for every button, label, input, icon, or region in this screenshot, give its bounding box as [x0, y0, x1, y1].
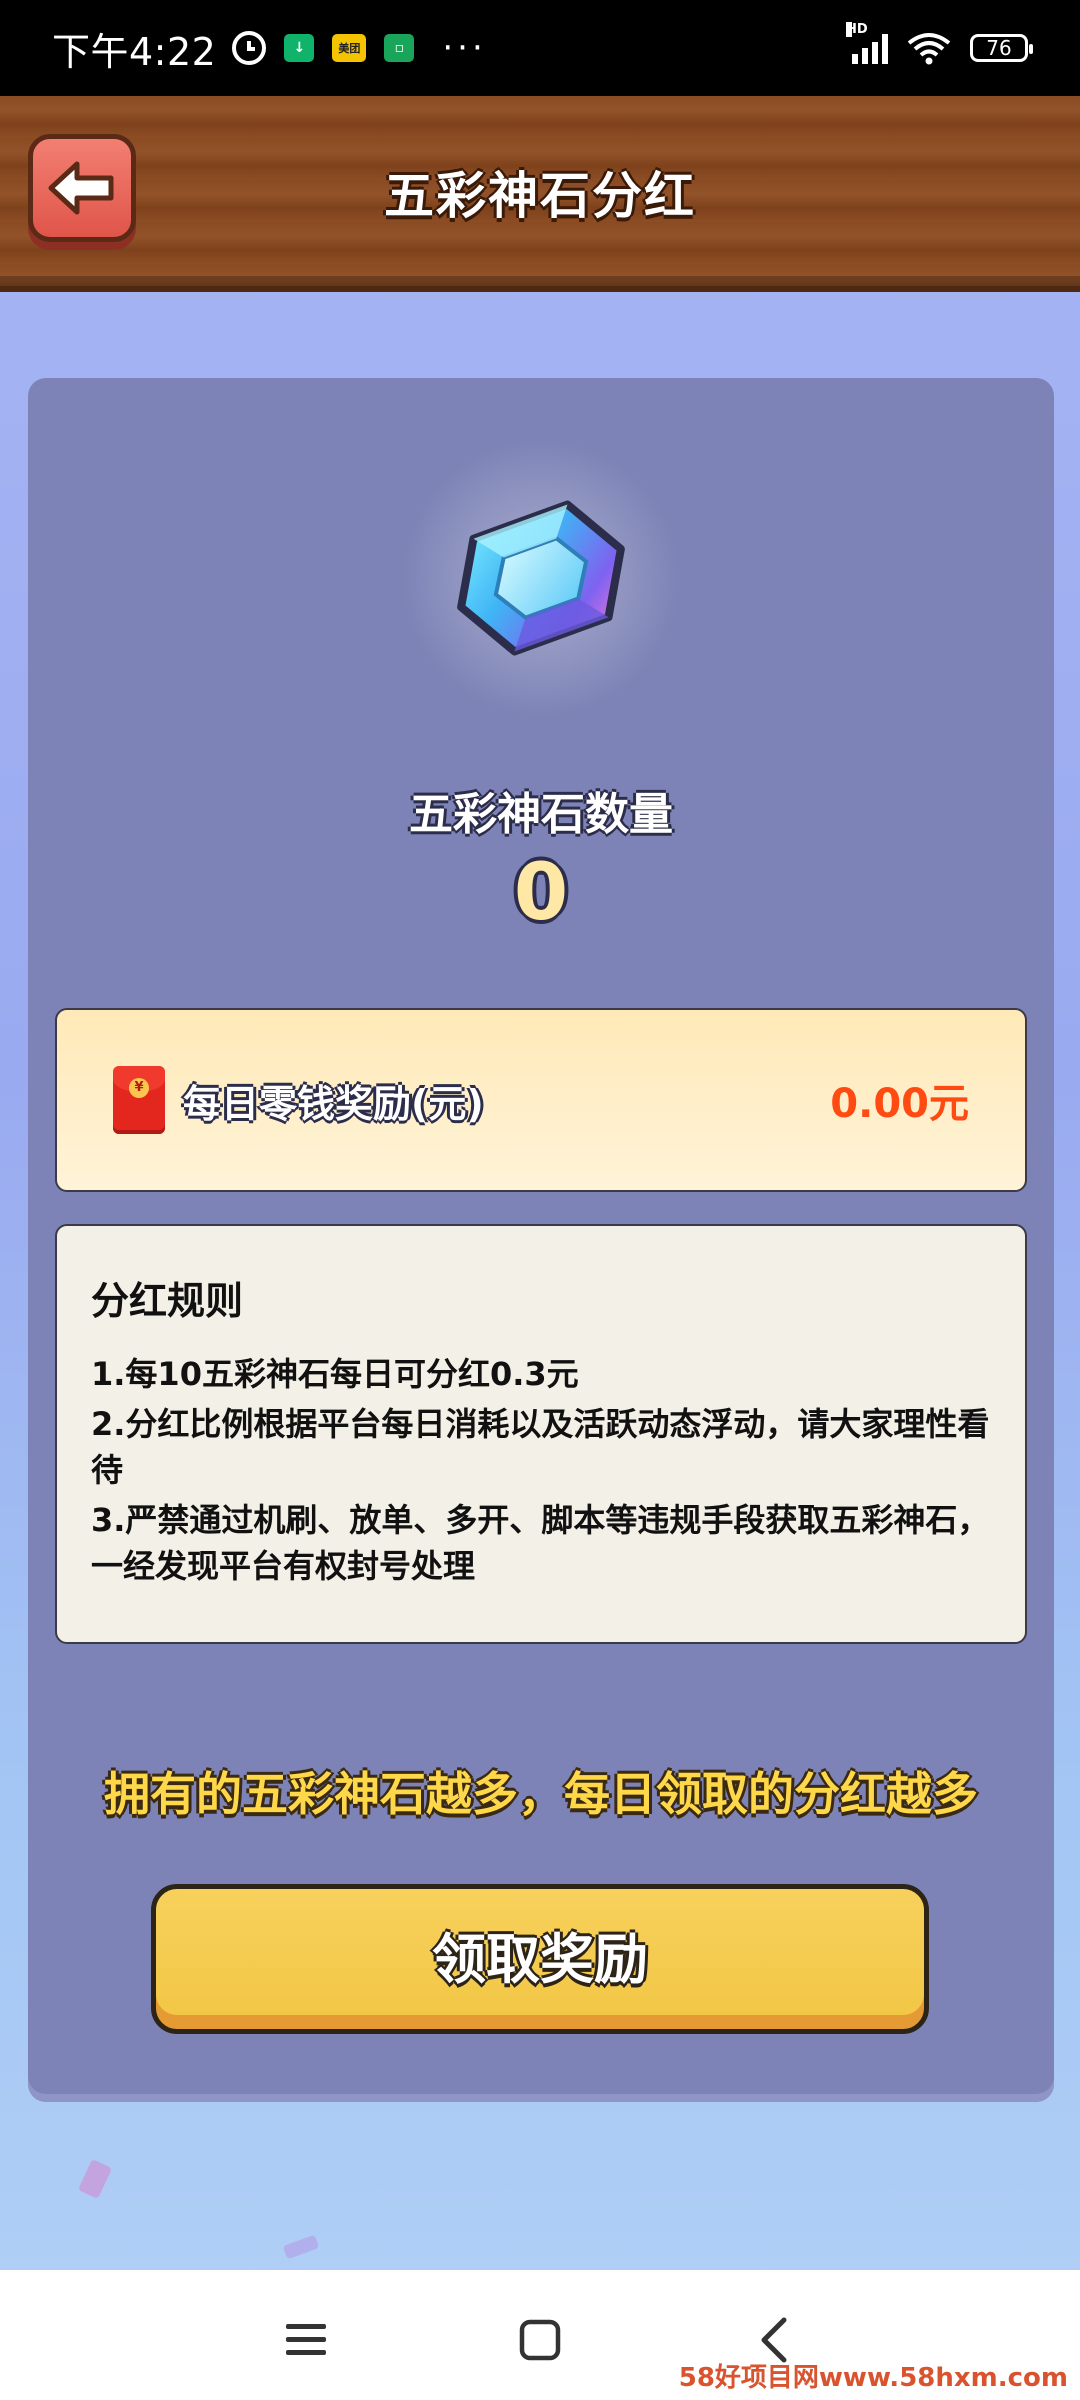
battery-level: 76 [986, 36, 1012, 60]
decoration [77, 2158, 113, 2200]
red-packet-icon [113, 1066, 165, 1134]
home-square-icon [519, 2319, 561, 2361]
status-time: 下午4:22 [52, 29, 217, 74]
gem-count-label: 五彩神石数量 [409, 789, 673, 840]
rule-item: 1.每10五彩神石每日可分红0.3元 [91, 1355, 579, 1393]
page-title: 五彩神石分红 [384, 167, 696, 225]
daily-reward-value: 0.00元 [830, 1081, 969, 1127]
top-header: 五彩神石分红 [0, 96, 1080, 292]
gem-count-value: 0 [513, 848, 569, 938]
download-app-icon: ↓ [284, 34, 315, 62]
meituan-app-icon: 美团 [332, 34, 367, 62]
claim-reward-label: 领取奖励 [432, 1927, 648, 1991]
main-panel: 五彩神石数量 0 每日零钱奖励(元) 0.00元 分红规则 1.每10五彩神石每… [28, 378, 1054, 2102]
claim-reward-button[interactable]: 领取奖励 [151, 1884, 929, 2034]
daily-reward-card: 每日零钱奖励(元) 0.00元 [55, 1008, 1027, 1192]
signal-icon: HD [846, 22, 888, 64]
rule-item: 2.分红比例根据平台每日消耗以及活跃动态浮动，请大家理性看待 [91, 1405, 990, 1489]
battery-icon: 76 [970, 34, 1033, 62]
hd-label: HD [846, 22, 868, 37]
rule-item: 3.严禁通过机刷、放单、多开、脚本等违规手段获取五彩神石，一经发现平台有权封号处… [91, 1501, 990, 1585]
status-bar: 下午4:22 ↓ 美团 ▫ ··· HD 76 [0, 0, 1080, 96]
status-notification-icons: ↓ 美团 ▫ ··· [232, 28, 486, 68]
more-notifications-icon: ··· [442, 28, 487, 68]
rules-title: 分红规则 [91, 1279, 244, 1323]
gem-display [28, 438, 1054, 718]
gem-icon [457, 500, 625, 656]
nav-menu-button[interactable] [276, 2310, 336, 2370]
alarm-icon [232, 31, 267, 65]
watermark: 58好项目网www.58hxm.com [678, 2363, 1068, 2393]
menu-icon [286, 2324, 326, 2355]
nav-home-button[interactable] [510, 2310, 570, 2370]
wifi-icon [907, 33, 951, 65]
system-nav-bar: 58好项目网www.58hxm.com [0, 2270, 1080, 2400]
message-app-icon: ▫ [384, 34, 415, 62]
daily-reward-label: 每日零钱奖励(元) [183, 1081, 484, 1126]
slogan-text: 拥有的五彩神石越多，每日领取的分红越多 [104, 1767, 978, 1821]
rules-card: 分红规则 1.每10五彩神石每日可分红0.3元 2.分红比例根据平台每日消耗以及… [55, 1224, 1027, 1644]
decoration [282, 2234, 320, 2260]
status-system-icons: HD 76 [846, 22, 1033, 65]
